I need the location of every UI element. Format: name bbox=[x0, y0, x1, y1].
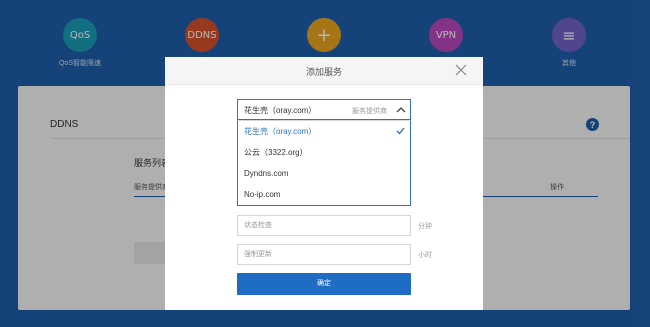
dropdown-option[interactable]: 公云（3322.org） bbox=[238, 142, 410, 163]
option-label: 公云（3322.org） bbox=[244, 148, 308, 157]
force-update-input[interactable]: 强制更新 bbox=[237, 244, 411, 265]
modal-header: 添加服务 bbox=[165, 57, 483, 85]
option-label: Dyndns.com bbox=[244, 169, 289, 178]
select-hint: 服务提供商 bbox=[352, 108, 387, 115]
status-check-unit: 分钟 bbox=[418, 223, 432, 230]
provider-dropdown: 花生壳（oray.com） 公云（3322.org） Dyndns.com No… bbox=[237, 120, 411, 206]
dropdown-option[interactable]: No-ip.com bbox=[238, 184, 410, 205]
close-icon[interactable] bbox=[455, 64, 467, 76]
service-provider-select[interactable]: 花生壳（oray.com） 服务提供商 bbox=[237, 99, 411, 120]
option-label: No-ip.com bbox=[244, 190, 281, 199]
chevron-up-icon bbox=[396, 107, 406, 113]
dropdown-option[interactable]: 花生壳（oray.com） bbox=[238, 121, 410, 142]
select-value: 花生壳（oray.com） bbox=[244, 106, 317, 115]
check-icon bbox=[396, 127, 405, 135]
option-label: 花生壳（oray.com） bbox=[244, 127, 317, 136]
status-check-input[interactable]: 状态检查 bbox=[237, 215, 411, 236]
add-service-modal: 添加服务 花生壳（oray.com） 服务提供商 花生壳（oray.com） 公… bbox=[165, 57, 483, 310]
force-update-unit: 小时 bbox=[418, 252, 432, 259]
dropdown-option[interactable]: Dyndns.com bbox=[238, 163, 410, 184]
ok-button[interactable]: 确定 bbox=[237, 273, 411, 295]
modal-title: 添加服务 bbox=[305, 67, 342, 77]
